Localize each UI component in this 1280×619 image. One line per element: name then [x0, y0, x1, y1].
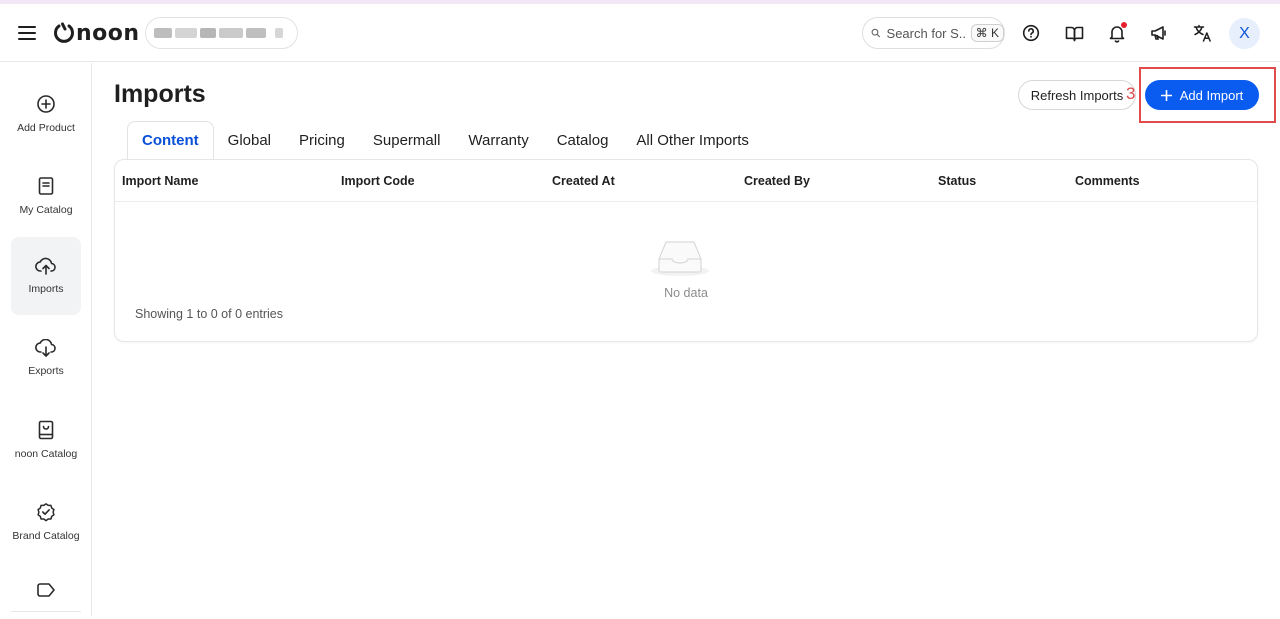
- redacted-block: [175, 28, 197, 38]
- sidebar: Add Product My Catalog Imports Exports n…: [0, 63, 92, 616]
- column-header-created-at[interactable]: Created At: [552, 174, 615, 188]
- tab-content[interactable]: Content: [127, 121, 214, 159]
- sidebar-item-noon-catalog[interactable]: noon Catalog: [11, 401, 81, 479]
- sidebar-item-label: Exports: [28, 364, 64, 377]
- search-icon: [871, 28, 881, 38]
- sidebar-item-label: Imports: [28, 282, 64, 295]
- tab-warranty[interactable]: Warranty: [454, 121, 542, 159]
- add-import-label: Add Import: [1179, 87, 1244, 103]
- cloud-upload-icon: [35, 257, 56, 275]
- catalog-icon: [38, 176, 54, 195]
- tag-icon: [37, 583, 55, 597]
- column-header-created-by[interactable]: Created By: [744, 174, 810, 188]
- translate-icon[interactable]: [1190, 21, 1214, 45]
- notification-dot: [1121, 22, 1127, 28]
- redacted-block: [275, 28, 283, 38]
- plus-circle-icon: [37, 94, 55, 113]
- tab-supermall[interactable]: Supermall: [359, 121, 455, 159]
- logo-text: noon: [76, 20, 140, 46]
- book-icon[interactable]: [1062, 21, 1086, 45]
- search-shortcut-badge: ⌘ K: [970, 24, 1004, 42]
- column-header-import-name[interactable]: Import Name: [122, 174, 198, 188]
- tab-all-other-imports[interactable]: All Other Imports: [622, 121, 763, 159]
- sidebar-item-brand-catalog[interactable]: Brand Catalog: [11, 483, 81, 561]
- search-input[interactable]: Search for S... ⌘ K: [862, 17, 1005, 49]
- pagination-info: Showing 1 to 0 of 0 entries: [135, 307, 284, 321]
- badge-check-icon: [37, 502, 55, 521]
- sidebar-item-my-catalog[interactable]: My Catalog: [11, 157, 81, 235]
- help-icon[interactable]: [1019, 21, 1043, 45]
- sidebar-item-label: Add Product: [17, 121, 75, 134]
- megaphone-icon[interactable]: [1147, 21, 1171, 45]
- sidebar-item-add-product[interactable]: Add Product: [11, 75, 81, 153]
- tab-pricing[interactable]: Pricing: [285, 121, 359, 159]
- column-header-status[interactable]: Status: [938, 174, 976, 188]
- empty-state-text: No data: [664, 286, 708, 300]
- sidebar-item-imports[interactable]: Imports: [11, 237, 81, 315]
- sidebar-item-label: noon Catalog: [14, 447, 78, 460]
- top-header: noon Search for S... ⌘ K X: [0, 4, 1280, 62]
- page-title: Imports: [114, 80, 206, 108]
- noon-logo[interactable]: noon: [52, 18, 140, 48]
- tab-catalog[interactable]: Catalog: [543, 121, 623, 159]
- annotation-number: 3: [1126, 84, 1136, 103]
- column-header-import-code[interactable]: Import Code: [341, 174, 415, 188]
- sidebar-divider: [11, 611, 81, 612]
- noon-catalog-icon: [38, 420, 54, 439]
- add-import-button[interactable]: Add Import: [1145, 80, 1259, 110]
- bell-icon[interactable]: [1105, 21, 1129, 45]
- imports-table: Import Name Import Code Created At Creat…: [114, 159, 1258, 342]
- table-header: Import Name Import Code Created At Creat…: [115, 160, 1257, 202]
- refresh-imports-button[interactable]: Refresh Imports: [1018, 80, 1136, 110]
- sidebar-item-label: Brand Catalog: [12, 529, 80, 542]
- store-selector[interactable]: [145, 17, 298, 49]
- plus-icon: [1160, 89, 1172, 101]
- noon-logo-mark-icon: [54, 22, 74, 43]
- empty-inbox-icon: [651, 241, 709, 276]
- user-avatar[interactable]: X: [1229, 18, 1260, 49]
- redacted-block: [200, 28, 216, 38]
- import-type-tabs: Content Global Pricing Supermall Warrant…: [127, 121, 763, 159]
- menu-icon[interactable]: [18, 26, 36, 40]
- sidebar-item-label: My Catalog: [19, 203, 73, 216]
- sidebar-item-exports[interactable]: Exports: [11, 319, 81, 397]
- redacted-block: [154, 28, 172, 38]
- redacted-block: [246, 28, 266, 38]
- cloud-download-icon: [35, 338, 56, 357]
- column-header-comments[interactable]: Comments: [1075, 174, 1140, 188]
- redacted-block: [219, 28, 243, 38]
- search-placeholder: Search for S...: [886, 25, 967, 41]
- tab-global[interactable]: Global: [214, 121, 285, 159]
